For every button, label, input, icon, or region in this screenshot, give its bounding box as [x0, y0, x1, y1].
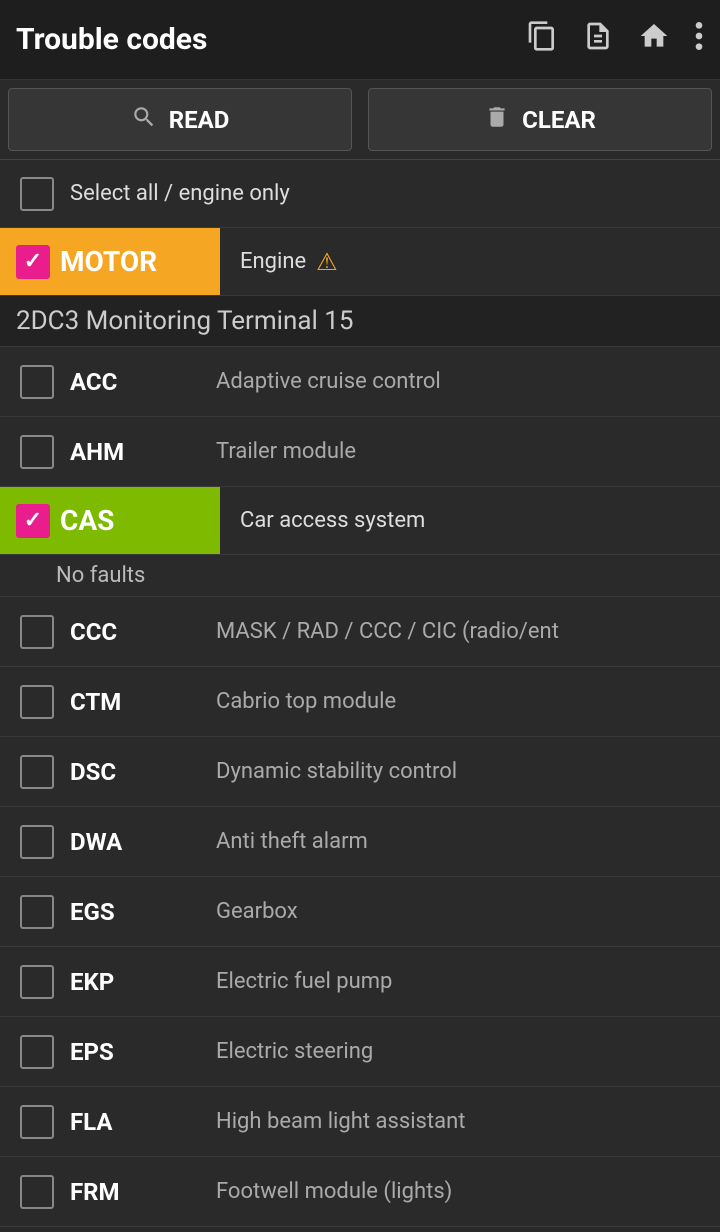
cas-description: Car access system: [220, 508, 425, 533]
cas-module-tag[interactable]: CAS: [0, 487, 220, 554]
list-item[interactable]: EGS Gearbox: [0, 877, 720, 947]
list-item[interactable]: DWA Anti theft alarm: [0, 807, 720, 877]
fla-desc: High beam light assistant: [216, 1109, 465, 1134]
warning-icon: ⚠: [316, 248, 338, 276]
clear-button[interactable]: CLEAR: [368, 88, 712, 151]
toolbar: READ CLEAR: [0, 80, 720, 160]
egs-checkbox[interactable]: [20, 895, 54, 929]
list-item[interactable]: ACC Adaptive cruise control: [0, 347, 720, 417]
motor-tag-label: MOTOR: [60, 245, 157, 278]
ahm-code: AHM: [70, 438, 200, 466]
document-icon[interactable]: [582, 20, 614, 59]
motor-module-tag[interactable]: MOTOR: [0, 228, 220, 295]
ccc-checkbox[interactable]: [20, 615, 54, 649]
list-item[interactable]: CTM Cabrio top module: [0, 667, 720, 737]
cas-tag-label: CAS: [60, 504, 114, 537]
copy-icon[interactable]: [526, 20, 558, 59]
list-item[interactable]: CCC MASK / RAD / CCC / CIC (radio/ent: [0, 597, 720, 667]
list-item[interactable]: FLA High beam light assistant: [0, 1087, 720, 1157]
eps-checkbox[interactable]: [20, 1035, 54, 1069]
read-label: READ: [169, 106, 230, 134]
header: Trouble codes: [0, 0, 720, 80]
ahm-desc: Trailer module: [216, 439, 356, 464]
frm-code: FRM: [70, 1178, 200, 1206]
ekp-checkbox[interactable]: [20, 965, 54, 999]
fla-code: FLA: [70, 1108, 200, 1136]
page-title: Trouble codes: [16, 22, 526, 57]
motor-desc-text: Engine: [240, 249, 306, 274]
dsc-desc: Dynamic stability control: [216, 759, 457, 784]
dsc-checkbox[interactable]: [20, 755, 54, 789]
frm-checkbox[interactable]: [20, 1175, 54, 1209]
ctm-code: CTM: [70, 688, 200, 716]
header-icons: [526, 20, 704, 59]
no-faults-label: No faults: [0, 555, 720, 597]
select-all-label: Select all / engine only: [70, 181, 290, 206]
ctm-desc: Cabrio top module: [216, 689, 396, 714]
eps-code: EPS: [70, 1038, 200, 1066]
dwa-checkbox[interactable]: [20, 825, 54, 859]
acc-checkbox[interactable]: [20, 365, 54, 399]
ekp-code: EKP: [70, 968, 200, 996]
frm-desc: Footwell module (lights): [216, 1179, 452, 1204]
more-icon[interactable]: [694, 20, 704, 59]
list-item[interactable]: FRM Footwell module (lights): [0, 1157, 720, 1227]
delete-icon: [484, 104, 510, 136]
fla-checkbox[interactable]: [20, 1105, 54, 1139]
motor-checkbox[interactable]: [16, 245, 50, 279]
select-all-row[interactable]: Select all / engine only: [0, 160, 720, 228]
cas-module-header[interactable]: CAS Car access system: [0, 487, 720, 555]
dsc-code: DSC: [70, 758, 200, 786]
motor-module-header[interactable]: MOTOR Engine ⚠: [0, 228, 720, 296]
egs-desc: Gearbox: [216, 899, 298, 924]
ekp-desc: Electric fuel pump: [216, 969, 392, 994]
list-item[interactable]: AHM Trailer module: [0, 417, 720, 487]
select-all-checkbox[interactable]: [20, 177, 54, 211]
motor-description: Engine ⚠: [220, 248, 338, 276]
egs-code: EGS: [70, 898, 200, 926]
list-item[interactable]: EPS Electric steering: [0, 1017, 720, 1087]
dwa-code: DWA: [70, 828, 200, 856]
ccc-code: CCC: [70, 618, 200, 646]
ctm-checkbox[interactable]: [20, 685, 54, 719]
cas-desc-text: Car access system: [240, 508, 425, 533]
ccc-desc: MASK / RAD / CCC / CIC (radio/ent: [216, 619, 559, 644]
section-title: 2DC3 Monitoring Terminal 15: [0, 296, 720, 347]
list-item[interactable]: DSC Dynamic stability control: [0, 737, 720, 807]
home-icon[interactable]: [638, 20, 670, 59]
acc-code: ACC: [70, 368, 200, 396]
search-icon: [131, 104, 157, 136]
read-button[interactable]: READ: [8, 88, 352, 151]
module-list: ACC Adaptive cruise control AHM Trailer …: [0, 347, 720, 1227]
dwa-desc: Anti theft alarm: [216, 829, 368, 854]
acc-desc: Adaptive cruise control: [216, 369, 441, 394]
cas-checkbox[interactable]: [16, 504, 50, 538]
eps-desc: Electric steering: [216, 1039, 373, 1064]
list-item[interactable]: EKP Electric fuel pump: [0, 947, 720, 1017]
clear-label: CLEAR: [522, 106, 596, 134]
ahm-checkbox[interactable]: [20, 435, 54, 469]
